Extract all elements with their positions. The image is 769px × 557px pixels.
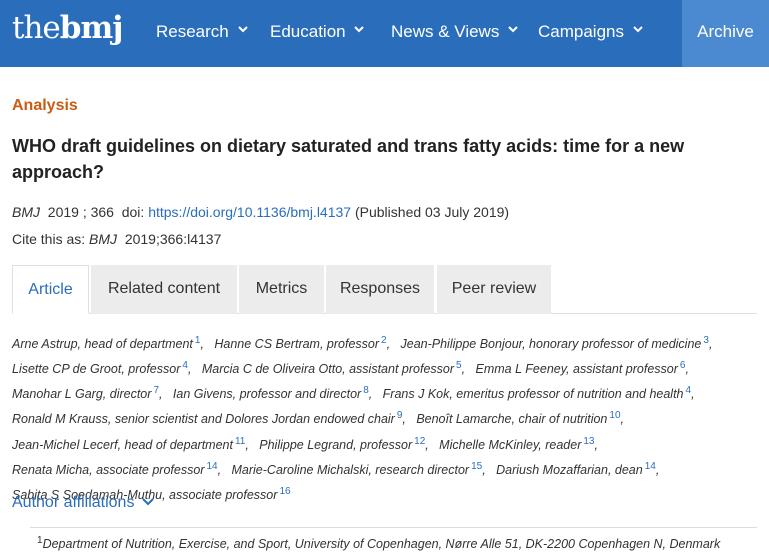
top-navigation-bar: thebmj Research Education News & Views C… (0, 0, 769, 67)
author-name[interactable]: Benoît Lamarche, chair of nutrition (416, 413, 607, 427)
author-name[interactable]: Philippe Legrand, professor (259, 438, 412, 452)
author-name[interactable]: Jean-Philippe Bonjour, honorary professo… (401, 337, 702, 351)
affiliation-ref[interactable]: 9 (397, 410, 403, 421)
affiliation-ref[interactable]: 14 (645, 461, 656, 472)
affiliation-ref[interactable]: 5 (456, 360, 462, 371)
author-name[interactable]: Emma L Feeney, assistant professor (476, 362, 678, 376)
cite-reference: 2019;366:l4137 (124, 231, 222, 247)
author-name[interactable]: Ronald M Krauss, senior scientist and Do… (12, 413, 395, 427)
affiliation-ref[interactable]: 14 (206, 461, 217, 472)
affiliation-ref[interactable]: 2 (381, 335, 387, 346)
citation-line: BMJ 2019 ; 366 doi: https://doi.org/10.1… (12, 204, 509, 220)
tab-related-content[interactable]: Related content (91, 265, 237, 314)
affiliation-ref[interactable]: 12 (414, 436, 425, 447)
affiliation-ref[interactable]: 8 (363, 385, 369, 396)
published-date: (Published 03 July 2019) (354, 204, 510, 220)
affiliations-divider (30, 527, 757, 528)
affiliation-item: 1Department of Nutrition, Exercise, and … (37, 535, 720, 551)
author-affiliations-label: Author affiliations (12, 494, 135, 511)
author-name[interactable]: Ian Givens, professor and director (173, 387, 361, 401)
affiliation-ref[interactable]: 1 (195, 335, 201, 346)
author-name[interactable]: Marcia C de Oliveira Otto, assistant pro… (202, 362, 454, 376)
chevron-down-icon (142, 498, 154, 506)
article-section-label: Analysis (12, 97, 78, 114)
affiliation-ref[interactable]: 4 (182, 360, 188, 371)
nav-research-label: Research (156, 22, 229, 41)
tab-metrics[interactable]: Metrics (239, 265, 324, 314)
tab-peer-review[interactable]: Peer review (437, 265, 551, 314)
journal-name: BMJ (12, 204, 40, 220)
nav-research[interactable]: Research (156, 0, 248, 67)
tab-responses[interactable]: Responses (326, 265, 434, 314)
author-name[interactable]: Renata Micha, associate professor (12, 463, 204, 477)
author-name[interactable]: Arne Astrup, head of department (12, 337, 193, 351)
affiliation-text: Department of Nutrition, Exercise, and S… (42, 537, 721, 552)
affiliation-ref[interactable]: 13 (583, 436, 594, 447)
affiliation-ref[interactable]: 6 (680, 360, 686, 371)
affiliation-ref[interactable]: 4 (686, 385, 692, 396)
cite-journal: BMJ (89, 231, 118, 247)
nav-campaigns[interactable]: Campaigns (538, 0, 643, 67)
nav-news-views-label: News & Views (391, 22, 500, 41)
article-title: WHO draft guidelines on dietary saturate… (12, 136, 685, 182)
cite-as-label: Cite this as: (12, 231, 86, 247)
author-affiliations-toggle[interactable]: Author affiliations (12, 494, 154, 512)
doi-link[interactable]: https://doi.org/10.1136/bmj.l4137 (148, 204, 351, 220)
year-volume: 2019 ; 366 (47, 204, 114, 220)
author-name[interactable]: Marie-Caroline Michalski, research direc… (232, 463, 470, 477)
chevron-down-icon (354, 25, 365, 32)
nav-education-label: Education (270, 22, 346, 41)
chevron-down-icon (633, 25, 643, 32)
tab-article[interactable]: Article (12, 265, 89, 314)
nav-education[interactable]: Education (270, 0, 365, 67)
nav-campaigns-label: Campaigns (538, 22, 624, 41)
author-name[interactable]: Hanne CS Bertram, professor (214, 337, 379, 351)
author-name[interactable]: Jean-Michel Lecerf, head of department (12, 438, 233, 452)
affiliation-ref[interactable]: 11 (235, 436, 245, 447)
affiliation-ref[interactable]: 16 (279, 486, 290, 497)
chevron-down-icon (508, 25, 518, 32)
nav-archive[interactable]: Archive (682, 0, 769, 67)
affiliation-ref[interactable]: 15 (471, 461, 482, 472)
affiliation-ref[interactable]: 10 (609, 410, 620, 421)
doi-label: doi: (121, 204, 145, 220)
affiliation-ref[interactable]: 7 (153, 385, 159, 396)
author-name[interactable]: Dariush Mozaffarian, dean (496, 463, 643, 477)
author-list: Arne Astrup, head of department 1, Hanne … (12, 335, 713, 503)
author-name[interactable]: Frans J Kok, emeritus professor of nutri… (383, 387, 684, 401)
bmj-logo[interactable]: thebmj (12, 8, 123, 48)
author-name[interactable]: Manohar L Garg, director (12, 387, 151, 401)
author-name[interactable]: Lisette CP de Groot, professor (12, 362, 180, 376)
nav-news-views[interactable]: News & Views (391, 0, 518, 67)
chevron-down-icon (237, 25, 248, 32)
affiliation-ref[interactable]: 3 (703, 335, 709, 346)
cite-as-line: Cite this as: BMJ 2019;366:l4137 (12, 231, 221, 247)
author-name[interactable]: Michelle McKinley, reader (439, 438, 581, 452)
